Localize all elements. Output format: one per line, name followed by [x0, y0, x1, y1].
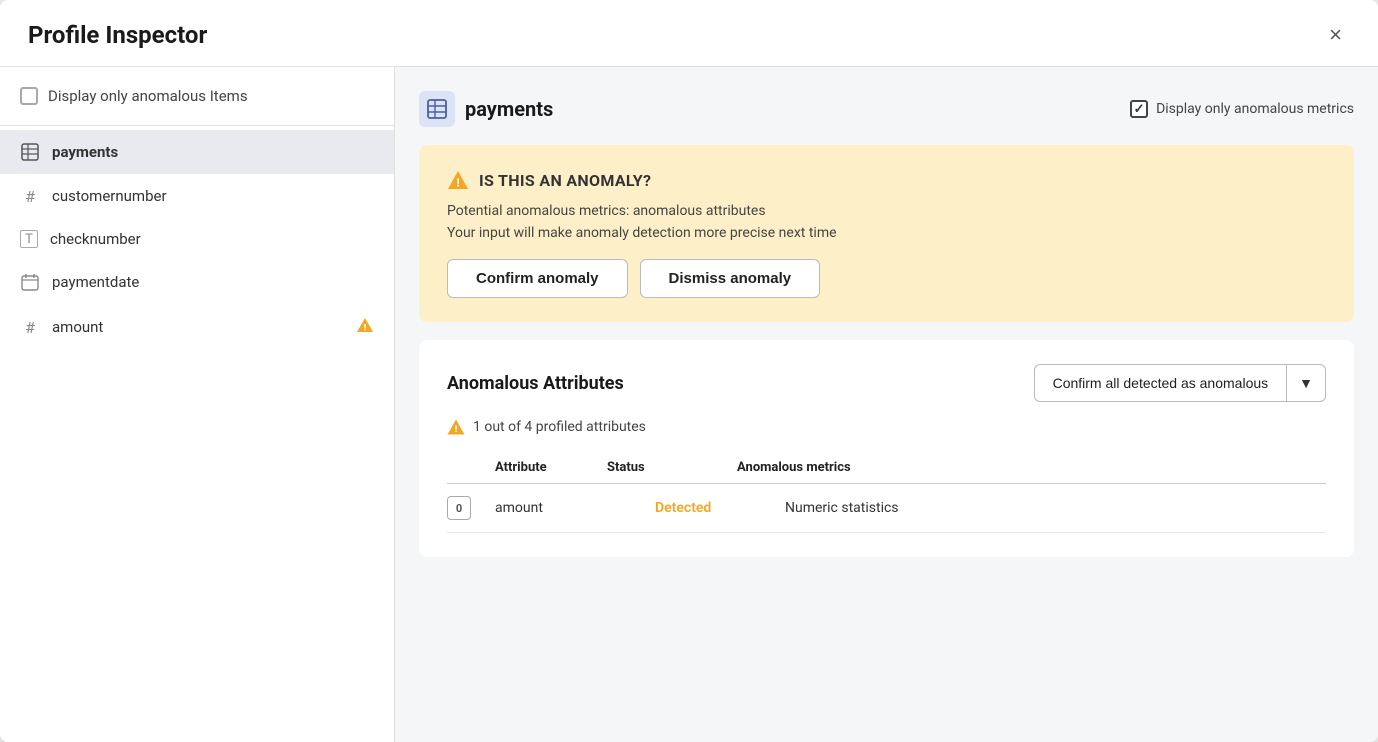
hash-icon-amount: # — [20, 317, 40, 337]
sidebar-item-checknumber-label: checknumber — [50, 230, 141, 248]
anomaly-card: ! IS THIS AN ANOMALY? Potential anomalou… — [419, 145, 1354, 322]
payments-table-icon-box — [419, 91, 455, 127]
display-only-items-checkbox[interactable] — [20, 87, 38, 105]
modal-body: Display only anomalous Items payments # — [0, 67, 1378, 742]
display-only-metrics-label: Display only anomalous metrics — [1156, 101, 1354, 117]
display-only-items-row[interactable]: Display only anomalous Items — [0, 87, 394, 125]
sidebar-item-customernumber[interactable]: # customernumber — [0, 174, 394, 218]
display-only-metrics-row[interactable]: Display only anomalous metrics — [1130, 100, 1354, 118]
col-header-status: Status — [607, 460, 737, 475]
dismiss-anomaly-button[interactable]: Dismiss anomaly — [640, 259, 821, 298]
row-status: Detected — [655, 500, 785, 516]
close-button[interactable]: × — [1321, 20, 1350, 50]
numeric-icon: 0 — [447, 496, 471, 520]
right-header-left: payments — [419, 91, 553, 127]
display-only-items-label: Display only anomalous Items — [48, 87, 248, 105]
confirm-all-chevron-button[interactable]: ▼ — [1286, 364, 1326, 402]
attributes-table-header: Attribute Status Anomalous metrics — [447, 452, 1326, 484]
modal-header: Profile Inspector × — [0, 0, 1378, 67]
attributes-card: Anomalous Attributes Confirm all detecte… — [419, 340, 1354, 557]
profile-inspector-modal: Profile Inspector × Display only anomalo… — [0, 0, 1378, 742]
profiled-row: ! 1 out of 4 profiled attributes — [447, 418, 1326, 436]
anomaly-warning-icon: ! — [447, 169, 469, 191]
sidebar-item-customernumber-label: customernumber — [52, 187, 167, 205]
confirm-all-button[interactable]: Confirm all detected as anomalous — [1034, 364, 1287, 402]
anomaly-desc1: Potential anomalous metrics: anomalous a… — [447, 203, 1326, 219]
sidebar-item-paymentdate[interactable]: paymentdate — [0, 260, 394, 304]
sidebar-item-payments[interactable]: payments — [0, 130, 394, 174]
profiled-warning-icon: ! — [447, 418, 465, 436]
hash-icon-customernumber: # — [20, 186, 40, 206]
profiled-text: 1 out of 4 profiled attributes — [473, 419, 646, 435]
modal-title: Profile Inspector — [28, 21, 207, 49]
right-panel-header: payments Display only anomalous metrics — [419, 91, 1354, 127]
sidebar-item-amount[interactable]: # amount ! — [0, 304, 394, 350]
row-icon-col: 0 — [447, 496, 495, 520]
calendar-icon-paymentdate — [20, 272, 40, 292]
row-attribute: amount — [495, 500, 655, 516]
attributes-card-header: Anomalous Attributes Confirm all detecte… — [447, 364, 1326, 402]
col-header-anomalous-metrics: Anomalous metrics — [737, 460, 1326, 475]
right-panel: payments Display only anomalous metrics … — [395, 67, 1378, 742]
svg-text:!: ! — [456, 177, 459, 190]
display-only-metrics-checkbox[interactable] — [1130, 100, 1148, 118]
table-row[interactable]: 0 amount Detected Numeric statistics — [447, 484, 1326, 533]
payments-table-icon — [427, 99, 447, 119]
attributes-title: Anomalous Attributes — [447, 373, 624, 394]
anomaly-desc2: Your input will make anomaly detection m… — [447, 225, 1326, 241]
confirm-all-button-wrap: Confirm all detected as anomalous ▼ — [1034, 364, 1326, 402]
table-icon — [20, 142, 40, 162]
amount-warning-icon: ! — [356, 316, 374, 338]
left-panel: Display only anomalous Items payments # — [0, 67, 395, 742]
sidebar-item-payments-label: payments — [52, 143, 118, 161]
sidebar-item-checknumber[interactable]: T checknumber — [0, 218, 394, 260]
right-panel-title: payments — [465, 97, 553, 121]
sidebar-item-paymentdate-label: paymentdate — [52, 273, 139, 291]
divider — [0, 125, 394, 126]
anomaly-heading: IS THIS AN ANOMALY? — [479, 171, 651, 190]
sidebar-item-amount-label: amount — [52, 318, 103, 336]
anomaly-card-header: ! IS THIS AN ANOMALY? — [447, 169, 1326, 191]
anomaly-buttons: Confirm anomaly Dismiss anomaly — [447, 259, 1326, 298]
confirm-anomaly-button[interactable]: Confirm anomaly — [447, 259, 628, 298]
row-anomalous-metrics: Numeric statistics — [785, 500, 1326, 516]
col-header-attribute: Attribute — [447, 460, 607, 475]
text-icon-checknumber: T — [20, 230, 38, 248]
